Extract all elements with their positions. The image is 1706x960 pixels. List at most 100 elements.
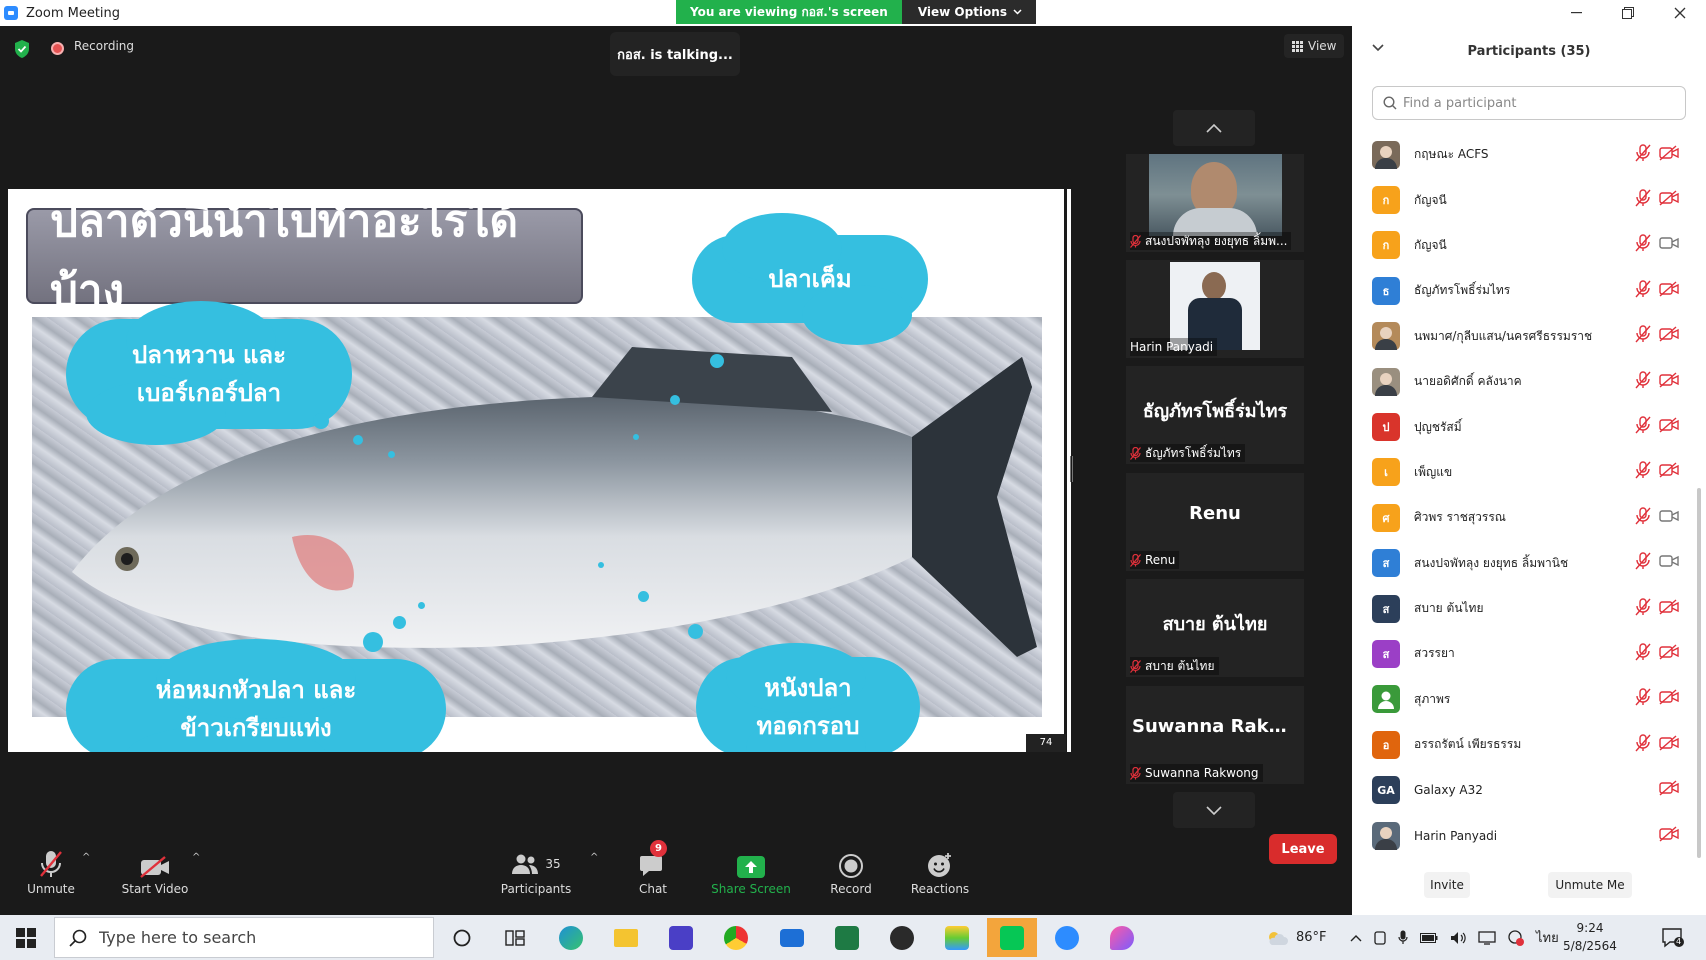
- participant-mic-status[interactable]: [1635, 734, 1651, 756]
- taskbar-search-box[interactable]: [54, 917, 434, 958]
- taskbar-cortana[interactable]: [437, 918, 487, 957]
- notification-center-button[interactable]: 4: [1662, 915, 1684, 960]
- participant-row[interactable]: นายอดิศักดิ์ คลังนาค: [1352, 359, 1692, 404]
- video-tile[interactable]: สนงปจพัทลุง ยงยุทธ ลิ้มพ...: [1126, 154, 1304, 252]
- participant-camera-status[interactable]: [1659, 599, 1679, 619]
- leave-meeting-button[interactable]: Leave: [1269, 834, 1337, 864]
- video-tile[interactable]: Harin Panyadi: [1126, 260, 1304, 358]
- participant-row[interactable]: สุภาพร: [1352, 677, 1692, 722]
- chevron-up-icon[interactable]: [1350, 934, 1362, 942]
- participant-camera-status[interactable]: [1659, 326, 1679, 346]
- share-screen-button[interactable]: Share Screen: [708, 838, 794, 915]
- participant-camera-status[interactable]: [1659, 508, 1679, 528]
- taskbar-bluestacks[interactable]: [932, 918, 982, 957]
- unmute-button[interactable]: Unmute: [22, 838, 80, 915]
- participant-camera-status[interactable]: [1659, 644, 1679, 664]
- participant-mic-status[interactable]: [1635, 507, 1651, 529]
- microphone-icon[interactable]: [1398, 930, 1408, 945]
- participant-mic-status[interactable]: [1635, 370, 1651, 393]
- participant-camera-status[interactable]: [1659, 235, 1679, 255]
- taskbar-nox[interactable]: [877, 918, 927, 957]
- taskbar-mail[interactable]: [767, 918, 817, 957]
- participant-mic-status[interactable]: [1635, 325, 1651, 347]
- security-shield-icon[interactable]: [14, 40, 30, 58]
- taskbar-clock[interactable]: 9:24 5/8/2564: [1555, 919, 1625, 955]
- view-options-button[interactable]: View Options: [901, 0, 1036, 24]
- participant-mic-status[interactable]: [1635, 143, 1651, 166]
- participant-row[interactable]: ส สวรรยา: [1352, 631, 1692, 676]
- participant-camera-status[interactable]: [1659, 689, 1679, 709]
- participant-camera-status[interactable]: [1659, 826, 1679, 846]
- participant-mic-status[interactable]: [1635, 552, 1651, 574]
- participant-camera-status[interactable]: [1659, 145, 1679, 165]
- taskbar-excel[interactable]: [822, 918, 872, 957]
- view-layout-button[interactable]: View: [1284, 34, 1345, 58]
- participant-camera-status[interactable]: [1659, 190, 1679, 210]
- participant-row[interactable]: ก กัญจนี: [1352, 177, 1692, 222]
- participant-row[interactable]: ธ ธัญภัทรโพธิ์ร่มไทร: [1352, 268, 1692, 313]
- reactions-button[interactable]: Reactions: [908, 838, 972, 915]
- participant-mic-status[interactable]: [1635, 461, 1651, 483]
- participant-row[interactable]: ส สบาย ต้นไทย: [1352, 586, 1692, 631]
- participant-row[interactable]: กฤษณะ ACFS: [1352, 132, 1692, 177]
- panel-resize-handle[interactable]: [1070, 456, 1073, 482]
- weather-icon[interactable]: [1266, 930, 1288, 946]
- participant-camera-status[interactable]: [1659, 372, 1679, 392]
- video-tile[interactable]: ธัญภัทรโพธิ์ร่มไทร ธัญภัทรโพธิ์ร่มไทร: [1126, 366, 1304, 464]
- participant-mic-status[interactable]: [1635, 643, 1651, 665]
- participant-row[interactable]: GA Galaxy A32: [1352, 767, 1692, 812]
- close-button[interactable]: [1654, 0, 1706, 26]
- participant-camera-status[interactable]: [1659, 281, 1679, 301]
- battery-icon[interactable]: [1420, 932, 1438, 943]
- chat-button[interactable]: 9 Chat: [630, 838, 676, 915]
- windows-start-icon[interactable]: [16, 928, 36, 948]
- taskbar-app-z[interactable]: [656, 918, 706, 957]
- start-video-button[interactable]: Start Video: [118, 838, 192, 915]
- tiles-scroll-down-button[interactable]: [1173, 792, 1255, 828]
- taskbar-chrome[interactable]: [711, 918, 761, 957]
- device-icon[interactable]: [1374, 930, 1386, 945]
- participant-mic-status[interactable]: [1635, 688, 1651, 710]
- taskbar-search-input[interactable]: [99, 928, 399, 947]
- taskbar-edge[interactable]: [546, 918, 596, 957]
- tiles-scroll-up-button[interactable]: [1173, 110, 1255, 146]
- audio-options-caret[interactable]: ^: [82, 852, 90, 863]
- participant-row[interactable]: ศ ศิวพร ราชสุวรรณ: [1352, 495, 1692, 540]
- participant-camera-status[interactable]: [1659, 735, 1679, 755]
- participant-mic-status[interactable]: [1635, 597, 1651, 620]
- taskbar-file-explorer[interactable]: [601, 918, 651, 957]
- participant-mic-status[interactable]: [1635, 280, 1651, 302]
- video-tile[interactable]: Suwanna Rakw... Suwanna Rakwong: [1126, 686, 1304, 784]
- participant-camera-status[interactable]: [1659, 462, 1679, 482]
- network-icon[interactable]: [1478, 930, 1496, 945]
- volume-icon[interactable]: [1450, 931, 1466, 945]
- unmute-me-button[interactable]: Unmute Me: [1548, 872, 1632, 898]
- security-alert-icon[interactable]: [1508, 929, 1524, 946]
- video-options-caret[interactable]: ^: [192, 852, 200, 863]
- minimize-button[interactable]: [1550, 0, 1602, 26]
- participant-row[interactable]: เ เพ็ญแข: [1352, 450, 1692, 495]
- participants-options-caret[interactable]: ^: [590, 852, 598, 863]
- participant-camera-status[interactable]: [1659, 780, 1679, 800]
- participant-search-box[interactable]: [1372, 86, 1686, 120]
- record-button[interactable]: Record: [824, 838, 878, 915]
- participants-scrollbar[interactable]: [1697, 488, 1701, 858]
- participant-camera-status[interactable]: [1659, 417, 1679, 437]
- restore-button[interactable]: [1602, 0, 1654, 26]
- participant-search-input[interactable]: [1403, 95, 1673, 111]
- participants-button[interactable]: 35 Participants: [496, 838, 576, 915]
- video-tile[interactable]: สบาย ต้นไทย สบาย ต้นไทย: [1126, 579, 1304, 677]
- taskbar-zoom[interactable]: [1042, 918, 1092, 957]
- participant-mic-status[interactable]: [1635, 234, 1651, 256]
- taskbar-line[interactable]: [987, 918, 1037, 957]
- participant-row[interactable]: นพมาศ/กุลีบแสน/นครศรีธรรมราช: [1352, 314, 1692, 359]
- participant-mic-status[interactable]: [1635, 189, 1651, 211]
- participant-row[interactable]: Harin Panyadi: [1352, 813, 1692, 858]
- taskbar-app-flame[interactable]: [1097, 918, 1147, 957]
- participant-camera-status[interactable]: [1659, 553, 1679, 573]
- invite-button[interactable]: Invite: [1424, 872, 1470, 898]
- taskbar-task-view[interactable]: [490, 918, 540, 957]
- participant-row[interactable]: อ อรรถรัตน์ เพียรธรรม: [1352, 722, 1692, 767]
- participant-mic-status[interactable]: [1635, 416, 1651, 438]
- participant-row[interactable]: ก กัญจนี: [1352, 223, 1692, 268]
